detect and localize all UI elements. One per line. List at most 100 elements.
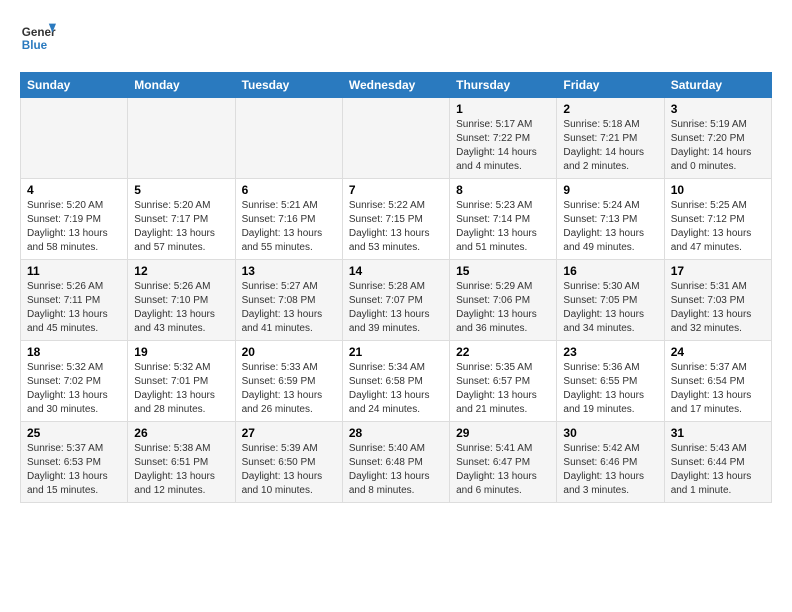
calendar-week-1: 1 Sunrise: 5:17 AMSunset: 7:22 PMDaylight… bbox=[21, 98, 772, 179]
day-info: Sunrise: 5:38 AMSunset: 6:51 PMDaylight:… bbox=[134, 442, 228, 498]
day-info: Sunrise: 5:24 AMSunset: 7:13 PMDaylight:… bbox=[563, 199, 657, 255]
calendar-cell: 5Sunrise: 5:20 AMSunset: 7:17 PMDaylight… bbox=[128, 179, 235, 260]
calendar-cell bbox=[235, 98, 342, 179]
calendar-cell: 10Sunrise: 5:25 AMSunset: 7:12 PMDayligh… bbox=[664, 179, 771, 260]
day-number: 24 bbox=[671, 345, 765, 359]
calendar-cell: 23 Sunrise: 5:36 AMSunset: 6:55 PMDayligh… bbox=[557, 341, 664, 422]
day-info: Sunrise: 5:23 AMSunset: 7:14 PMDaylight:… bbox=[456, 199, 550, 255]
day-info: Sunrise: 5:33 AMSunset: 6:59 PMDaylight:… bbox=[242, 361, 336, 417]
calendar-cell: 27 Sunrise: 5:39 AMSunset: 6:50 PMDayligh… bbox=[235, 422, 342, 503]
calendar-cell: 14 Sunrise: 5:28 AMSunset: 7:07 PMDayligh… bbox=[342, 260, 449, 341]
day-info: Sunrise: 5:21 AMSunset: 7:16 PMDaylight:… bbox=[242, 199, 336, 255]
calendar-header: SundayMondayTuesdayWednesdayThursdayFrid… bbox=[21, 73, 772, 98]
calendar-cell: 6 Sunrise: 5:21 AMSunset: 7:16 PMDaylight… bbox=[235, 179, 342, 260]
day-number: 15 bbox=[456, 264, 550, 278]
calendar-cell: 9 Sunrise: 5:24 AMSunset: 7:13 PMDaylight… bbox=[557, 179, 664, 260]
calendar-cell: 26 Sunrise: 5:38 AMSunset: 6:51 PMDayligh… bbox=[128, 422, 235, 503]
day-number: 18 bbox=[27, 345, 121, 359]
calendar-cell: 19 Sunrise: 5:32 AMSunset: 7:01 PMDayligh… bbox=[128, 341, 235, 422]
day-info: Sunrise: 5:36 AMSunset: 6:55 PMDaylight:… bbox=[563, 361, 657, 417]
day-number: 28 bbox=[349, 426, 443, 440]
calendar-cell: 30 Sunrise: 5:42 AMSunset: 6:46 PMDayligh… bbox=[557, 422, 664, 503]
weekday-row: SundayMondayTuesdayWednesdayThursdayFrid… bbox=[21, 73, 772, 98]
weekday-header-tuesday: Tuesday bbox=[235, 73, 342, 98]
day-info: Sunrise: 5:39 AMSunset: 6:50 PMDaylight:… bbox=[242, 442, 336, 498]
day-number: 22 bbox=[456, 345, 550, 359]
calendar-cell: 8 Sunrise: 5:23 AMSunset: 7:14 PMDaylight… bbox=[450, 179, 557, 260]
day-number: 19 bbox=[134, 345, 228, 359]
logo-icon: GeneralBlue bbox=[20, 20, 56, 56]
svg-text:Blue: Blue bbox=[22, 39, 48, 52]
day-info: Sunrise: 5:29 AMSunset: 7:06 PMDaylight:… bbox=[456, 280, 550, 336]
day-info: Sunrise: 5:31 AMSunset: 7:03 PMDaylight:… bbox=[671, 280, 765, 336]
day-number: 26 bbox=[134, 426, 228, 440]
calendar-cell: 29 Sunrise: 5:41 AMSunset: 6:47 PMDayligh… bbox=[450, 422, 557, 503]
day-info: Sunrise: 5:37 AMSunset: 6:53 PMDaylight:… bbox=[27, 442, 121, 498]
calendar-cell: 22 Sunrise: 5:35 AMSunset: 6:57 PMDayligh… bbox=[450, 341, 557, 422]
day-info: Sunrise: 5:22 AMSunset: 7:15 PMDaylight:… bbox=[349, 199, 443, 255]
day-number: 2 bbox=[563, 102, 657, 116]
day-info: Sunrise: 5:30 AMSunset: 7:05 PMDaylight:… bbox=[563, 280, 657, 336]
weekday-header-monday: Monday bbox=[128, 73, 235, 98]
calendar-body: 1 Sunrise: 5:17 AMSunset: 7:22 PMDaylight… bbox=[21, 98, 772, 503]
logo: GeneralBlue bbox=[20, 20, 56, 56]
day-info: Sunrise: 5:20 AMSunset: 7:19 PMDaylight:… bbox=[27, 199, 121, 255]
day-number: 9 bbox=[563, 183, 657, 197]
day-info: Sunrise: 5:27 AMSunset: 7:08 PMDaylight:… bbox=[242, 280, 336, 336]
calendar-week-3: 11Sunrise: 5:26 AMSunset: 7:11 PMDayligh… bbox=[21, 260, 772, 341]
weekday-header-sunday: Sunday bbox=[21, 73, 128, 98]
calendar-cell: 21Sunrise: 5:34 AMSunset: 6:58 PMDayligh… bbox=[342, 341, 449, 422]
day-number: 27 bbox=[242, 426, 336, 440]
calendar-cell: 28 Sunrise: 5:40 AMSunset: 6:48 PMDayligh… bbox=[342, 422, 449, 503]
day-info: Sunrise: 5:19 AMSunset: 7:20 PMDaylight:… bbox=[671, 118, 765, 174]
day-number: 29 bbox=[456, 426, 550, 440]
day-info: Sunrise: 5:32 AMSunset: 7:02 PMDaylight:… bbox=[27, 361, 121, 417]
day-info: Sunrise: 5:35 AMSunset: 6:57 PMDaylight:… bbox=[456, 361, 550, 417]
calendar-week-5: 25 Sunrise: 5:37 AMSunset: 6:53 PMDayligh… bbox=[21, 422, 772, 503]
day-info: Sunrise: 5:40 AMSunset: 6:48 PMDaylight:… bbox=[349, 442, 443, 498]
day-info: Sunrise: 5:18 AMSunset: 7:21 PMDaylight:… bbox=[563, 118, 657, 174]
calendar-cell: 11Sunrise: 5:26 AMSunset: 7:11 PMDayligh… bbox=[21, 260, 128, 341]
day-number: 4 bbox=[27, 183, 121, 197]
day-number: 6 bbox=[242, 183, 336, 197]
day-number: 31 bbox=[671, 426, 765, 440]
day-info: Sunrise: 5:41 AMSunset: 6:47 PMDaylight:… bbox=[456, 442, 550, 498]
day-info: Sunrise: 5:17 AMSunset: 7:22 PMDaylight:… bbox=[456, 118, 550, 174]
day-number: 1 bbox=[456, 102, 550, 116]
calendar-cell: 18 Sunrise: 5:32 AMSunset: 7:02 PMDayligh… bbox=[21, 341, 128, 422]
calendar-cell: 17Sunrise: 5:31 AMSunset: 7:03 PMDayligh… bbox=[664, 260, 771, 341]
day-number: 3 bbox=[671, 102, 765, 116]
day-number: 30 bbox=[563, 426, 657, 440]
day-info: Sunrise: 5:42 AMSunset: 6:46 PMDaylight:… bbox=[563, 442, 657, 498]
day-info: Sunrise: 5:26 AMSunset: 7:10 PMDaylight:… bbox=[134, 280, 228, 336]
calendar-cell bbox=[342, 98, 449, 179]
weekday-header-saturday: Saturday bbox=[664, 73, 771, 98]
calendar-cell: 12Sunrise: 5:26 AMSunset: 7:10 PMDayligh… bbox=[128, 260, 235, 341]
calendar-cell: 3 Sunrise: 5:19 AMSunset: 7:20 PMDaylight… bbox=[664, 98, 771, 179]
calendar-cell: 31 Sunrise: 5:43 AMSunset: 6:44 PMDayligh… bbox=[664, 422, 771, 503]
calendar-cell: 13 Sunrise: 5:27 AMSunset: 7:08 PMDayligh… bbox=[235, 260, 342, 341]
day-number: 13 bbox=[242, 264, 336, 278]
day-info: Sunrise: 5:28 AMSunset: 7:07 PMDaylight:… bbox=[349, 280, 443, 336]
calendar-cell bbox=[128, 98, 235, 179]
calendar-table: SundayMondayTuesdayWednesdayThursdayFrid… bbox=[20, 72, 772, 503]
day-number: 23 bbox=[563, 345, 657, 359]
weekday-header-friday: Friday bbox=[557, 73, 664, 98]
calendar-cell: 2 Sunrise: 5:18 AMSunset: 7:21 PMDaylight… bbox=[557, 98, 664, 179]
calendar-week-2: 4 Sunrise: 5:20 AMSunset: 7:19 PMDaylight… bbox=[21, 179, 772, 260]
weekday-header-wednesday: Wednesday bbox=[342, 73, 449, 98]
day-number: 25 bbox=[27, 426, 121, 440]
calendar-cell: 7 Sunrise: 5:22 AMSunset: 7:15 PMDaylight… bbox=[342, 179, 449, 260]
day-number: 16 bbox=[563, 264, 657, 278]
day-number: 7 bbox=[349, 183, 443, 197]
day-info: Sunrise: 5:32 AMSunset: 7:01 PMDaylight:… bbox=[134, 361, 228, 417]
day-number: 20 bbox=[242, 345, 336, 359]
day-info: Sunrise: 5:37 AMSunset: 6:54 PMDaylight:… bbox=[671, 361, 765, 417]
calendar-cell: 24 Sunrise: 5:37 AMSunset: 6:54 PMDayligh… bbox=[664, 341, 771, 422]
calendar-cell: 16 Sunrise: 5:30 AMSunset: 7:05 PMDayligh… bbox=[557, 260, 664, 341]
day-info: Sunrise: 5:26 AMSunset: 7:11 PMDaylight:… bbox=[27, 280, 121, 336]
day-number: 8 bbox=[456, 183, 550, 197]
day-info: Sunrise: 5:43 AMSunset: 6:44 PMDaylight:… bbox=[671, 442, 765, 498]
calendar-cell: 25 Sunrise: 5:37 AMSunset: 6:53 PMDayligh… bbox=[21, 422, 128, 503]
day-number: 14 bbox=[349, 264, 443, 278]
